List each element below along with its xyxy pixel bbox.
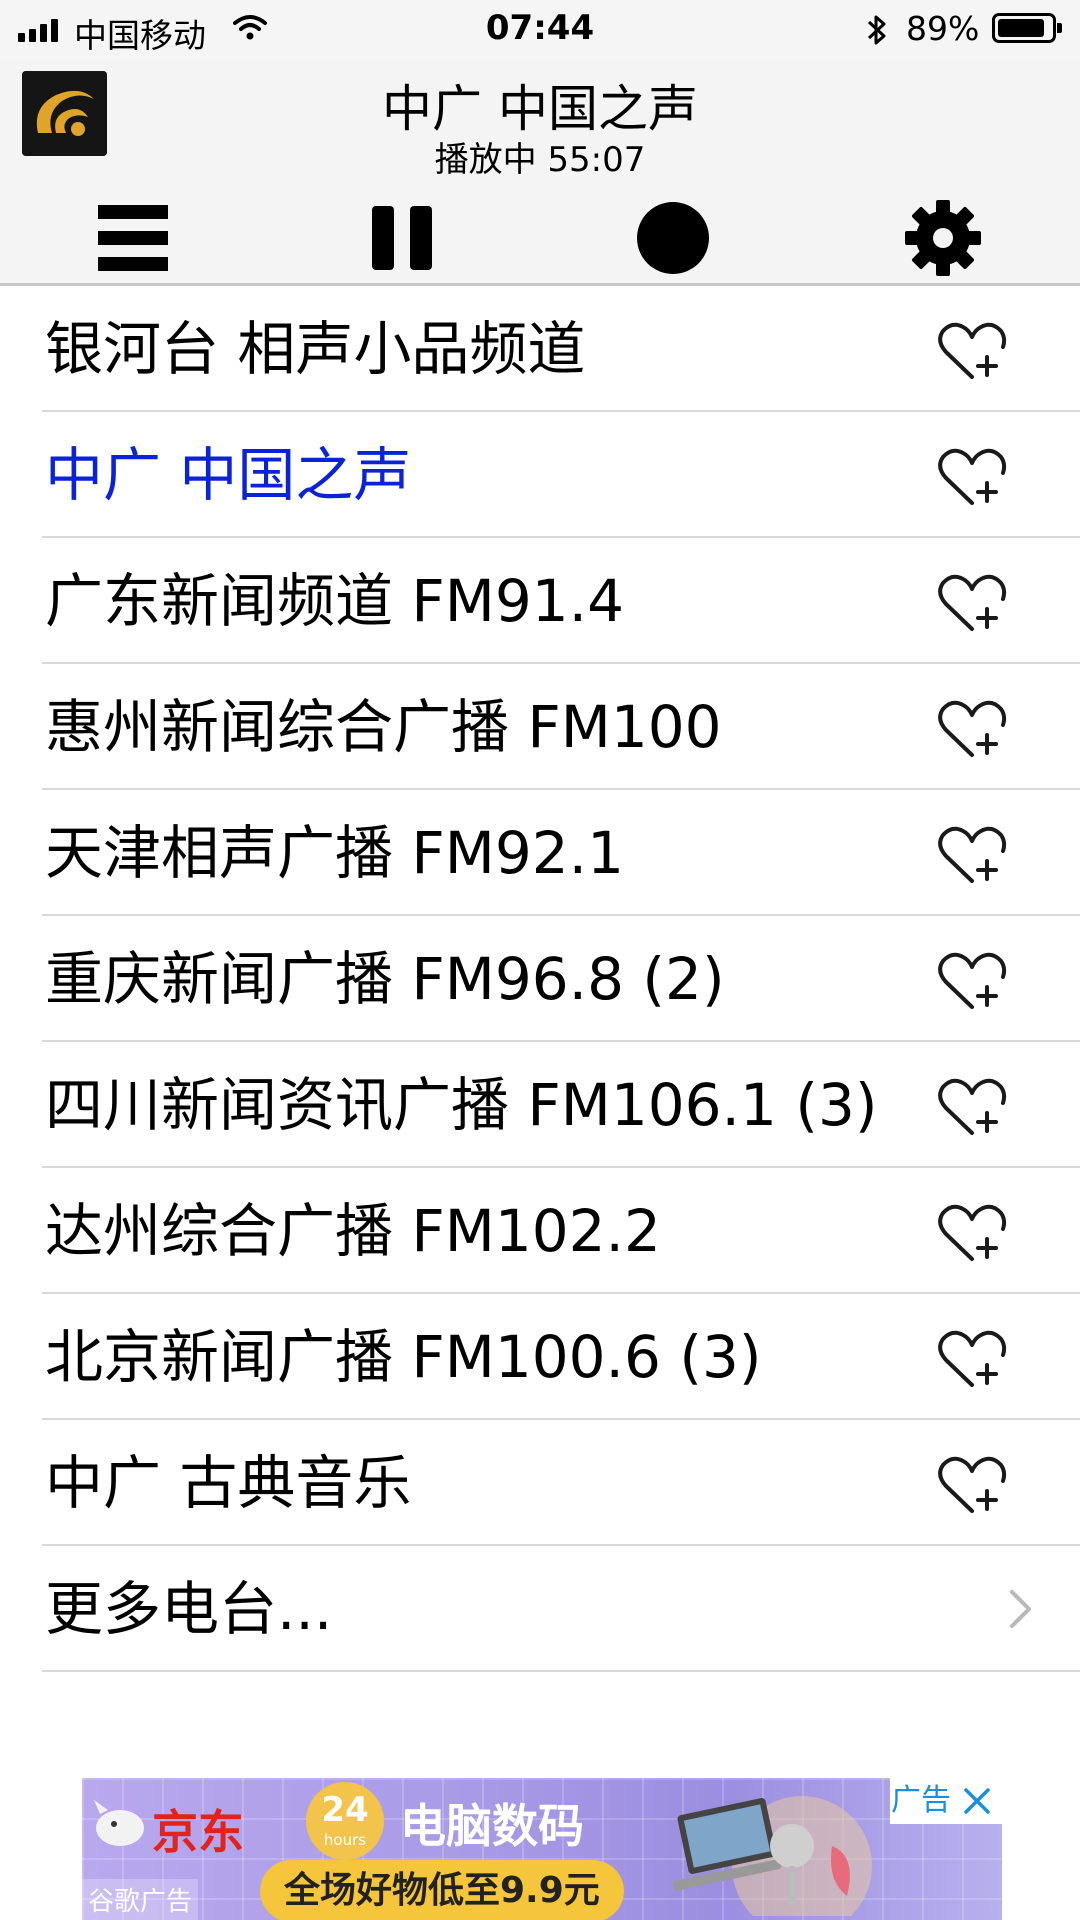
menu-icon: [98, 205, 168, 271]
close-icon: [964, 1788, 990, 1814]
station-name: 达州综合广播 FM102.2: [45, 1197, 661, 1265]
more-stations-row[interactable]: 更多电台...: [0, 1546, 1080, 1672]
add-favorite-icon[interactable]: [935, 573, 1009, 635]
station-name: 北京新闻广播 FM100.6 (3): [45, 1323, 762, 1391]
station-item[interactable]: 重庆新闻广播 FM96.8 (2): [0, 916, 1080, 1042]
playback-status: 播放中 55:07: [434, 140, 646, 180]
station-name: 重庆新闻广播 FM96.8 (2): [45, 945, 725, 1013]
station-name: 四川新闻资讯广播 FM106.1 (3): [45, 1071, 878, 1139]
station-name: 银河台 相声小品频道: [45, 315, 586, 383]
station-name: 中广 中国之声: [45, 441, 412, 509]
bluetooth-icon: [867, 15, 886, 45]
ad-label[interactable]: 广告: [890, 1778, 952, 1824]
add-favorite-icon[interactable]: [935, 1077, 1009, 1139]
station-item[interactable]: 银河台 相声小品频道: [0, 286, 1080, 412]
add-favorite-icon[interactable]: [935, 699, 1009, 761]
ad-badge-unit: hours: [323, 1831, 367, 1849]
laptop-product-icon: [672, 1796, 872, 1916]
status-bar: 中国移动 07:44 89%: [0, 0, 1080, 60]
station-name: 中广 古典音乐: [45, 1449, 412, 1517]
battery-percent: 89%: [906, 9, 980, 48]
chevron-right-icon: [1010, 1590, 1031, 1628]
record-icon: [637, 202, 709, 274]
station-name: 惠州新闻综合广播 FM100: [45, 693, 722, 761]
ad-promo: 全场好物低至9.9元: [260, 1860, 624, 1920]
station-item[interactable]: 天津相声广播 FM92.1: [0, 790, 1080, 916]
add-favorite-icon[interactable]: [935, 1329, 1009, 1391]
now-playing-title: 中广 中国之声: [382, 80, 698, 138]
ad-24h-badge: 24 hours: [306, 1782, 384, 1860]
add-favorite-icon[interactable]: [935, 825, 1009, 887]
station-item[interactable]: 广东新闻频道 FM91.4: [0, 538, 1080, 664]
add-favorite-icon[interactable]: [935, 447, 1009, 509]
station-item[interactable]: 中广 古典音乐: [0, 1420, 1080, 1546]
station-name: 广东新闻频道 FM91.4: [45, 567, 624, 635]
add-favorite-icon[interactable]: [935, 321, 1009, 383]
more-stations-label: 更多电台...: [45, 1575, 333, 1643]
ad-brand: 京东: [152, 1805, 244, 1859]
menu-button[interactable]: [83, 188, 183, 288]
add-favorite-icon[interactable]: [935, 951, 1009, 1013]
station-item[interactable]: 达州综合广播 FM102.2: [0, 1168, 1080, 1294]
ad-banner[interactable]: 京东 24 hours 电脑数码 全场好物低至9.9元 谷歌广告 广告: [82, 1778, 1002, 1920]
record-button[interactable]: [623, 188, 723, 288]
ad-headline: 电脑数码: [400, 1799, 584, 1853]
station-item[interactable]: 中广 中国之声: [0, 412, 1080, 538]
ad-close-button[interactable]: [952, 1778, 1002, 1824]
jd-mascot-icon: [94, 1800, 144, 1846]
pause-icon: [372, 206, 432, 270]
settings-button[interactable]: [893, 188, 993, 288]
gear-icon: [905, 200, 981, 276]
divider: [42, 1670, 1080, 1672]
ad-source: 谷歌广告: [82, 1879, 199, 1920]
add-favorite-icon[interactable]: [935, 1455, 1009, 1517]
station-name: 天津相声广播 FM92.1: [45, 819, 624, 887]
ad-badge-number: 24: [321, 1790, 369, 1830]
player-header: 中广 中国之声 播放中 55:07: [0, 60, 1080, 286]
station-list: 银河台 相声小品频道 中广 中国之声 广东新闻频道 FM91.4 惠州新闻综合广…: [0, 286, 1080, 1672]
station-item[interactable]: 惠州新闻综合广播 FM100: [0, 664, 1080, 790]
add-favorite-icon[interactable]: [935, 1203, 1009, 1265]
station-item[interactable]: 四川新闻资讯广播 FM106.1 (3): [0, 1042, 1080, 1168]
battery-icon: [992, 13, 1062, 43]
pause-button[interactable]: [352, 188, 452, 288]
station-item[interactable]: 北京新闻广播 FM100.6 (3): [0, 1294, 1080, 1420]
